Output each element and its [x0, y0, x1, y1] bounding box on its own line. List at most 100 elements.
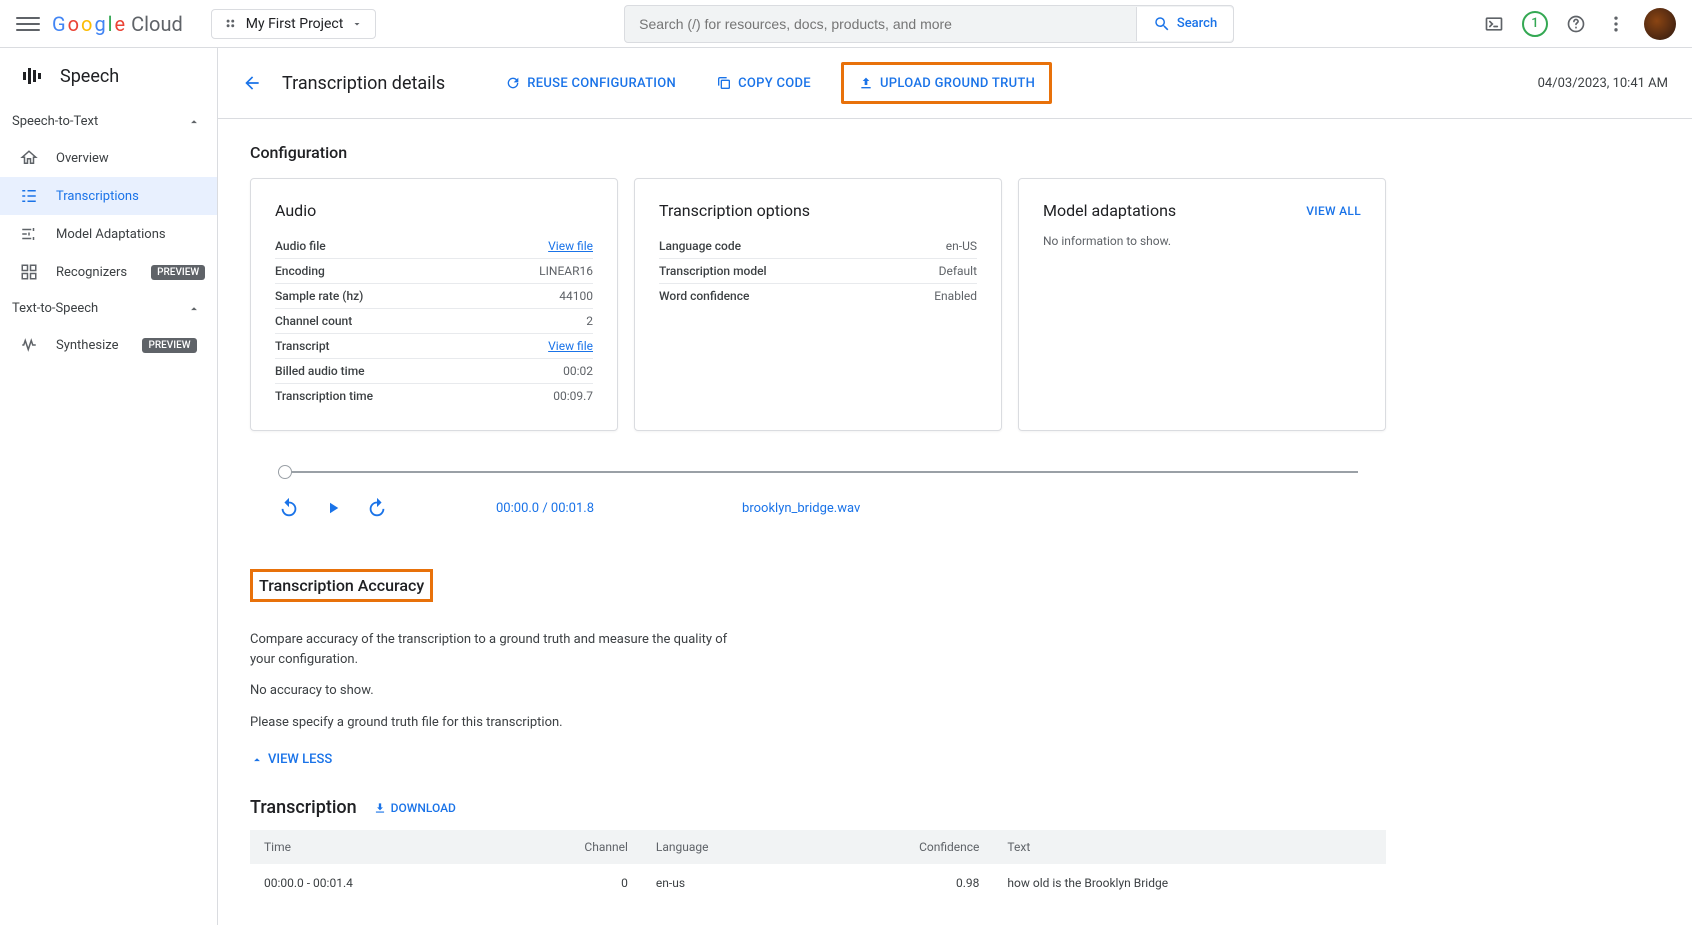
audio-player: 00:00.0 / 00:01.8 brooklyn_bridge.wav: [278, 471, 1358, 519]
table-cell: 0: [493, 864, 642, 902]
player-seek-slider[interactable]: [278, 471, 1358, 473]
upload-ground-truth-button[interactable]: UPLOAD GROUND TRUTH: [841, 62, 1052, 104]
upload-icon: [858, 75, 874, 91]
help-icon[interactable]: [1564, 12, 1588, 36]
kv-key: Encoding: [275, 264, 325, 278]
table-cell: how old is the Brooklyn Bridge: [993, 864, 1386, 902]
back-arrow-icon[interactable]: [242, 73, 262, 93]
forward-icon[interactable]: [366, 497, 388, 519]
cloud-shell-icon[interactable]: [1482, 12, 1506, 36]
kv-value: 44100: [559, 289, 593, 303]
accuracy-line1: No accuracy to show.: [250, 681, 750, 701]
audio-card-title: Audio: [275, 201, 316, 220]
sidebar-item-overview[interactable]: Overview: [0, 139, 217, 177]
kv-row: Transcript View file: [275, 334, 593, 359]
kv-row: Sample rate (hz) 44100: [275, 284, 593, 309]
kv-key: Sample rate (hz): [275, 289, 363, 303]
hamburger-menu-icon[interactable]: [16, 12, 40, 36]
wave-icon: [20, 336, 38, 354]
kv-key: Word confidence: [659, 289, 749, 303]
kv-value: 2: [586, 314, 593, 328]
search-button[interactable]: Search: [1136, 7, 1233, 41]
kv-link[interactable]: View file: [548, 339, 593, 353]
accuracy-line2: Please specify a ground truth file for t…: [250, 713, 750, 733]
preview-badge: PREVIEW: [142, 338, 196, 353]
player-time: 00:00.0 / 00:01.8: [496, 501, 594, 516]
page-title: Transcription details: [282, 73, 445, 94]
speech-icon: [20, 64, 44, 88]
kv-key: Transcription model: [659, 264, 767, 278]
google-cloud-logo[interactable]: Google Cloud: [52, 12, 183, 36]
column-header: Channel: [493, 830, 642, 864]
refresh-icon: [505, 75, 521, 91]
slider-thumb[interactable]: [278, 465, 292, 479]
play-icon[interactable]: [324, 499, 342, 517]
more-icon[interactable]: [1604, 12, 1628, 36]
transcription-section-title: Transcription: [250, 797, 357, 818]
project-name: My First Project: [246, 16, 344, 32]
rewind-icon[interactable]: [278, 497, 300, 519]
table-cell: en-us: [642, 864, 810, 902]
accuracy-description: Compare accuracy of the transcription to…: [250, 630, 750, 669]
kv-row: Word confidence Enabled: [659, 284, 977, 308]
adaptations-empty: No information to show.: [1043, 234, 1361, 248]
notification-badge[interactable]: 1: [1522, 11, 1548, 37]
kv-value: 00:09.7: [553, 389, 593, 403]
view-all-link[interactable]: VIEW ALL: [1306, 204, 1361, 218]
kv-row: Language codeen-US: [659, 234, 977, 259]
kv-key: Transcript: [275, 339, 330, 353]
kv-key: Transcription time: [275, 389, 373, 403]
table-cell: 00:00.0 - 00:01.4: [250, 864, 493, 902]
column-header: Time: [250, 830, 493, 864]
kv-row: Transcription time 00:09.7: [275, 384, 593, 408]
kv-value: Enabled: [934, 289, 977, 303]
kv-value: Default: [939, 264, 977, 278]
kv-link[interactable]: View file: [548, 239, 593, 253]
sidebar-item-model-adaptations[interactable]: Model Adaptations: [0, 215, 217, 253]
chevron-up-icon: [250, 753, 264, 767]
adaptations-card-title: Model adaptations: [1043, 201, 1176, 220]
download-icon: [373, 801, 387, 815]
chevron-down-icon: [351, 18, 363, 30]
top-header: Google Cloud My First Project Search 1: [0, 0, 1692, 48]
column-header: Confidence: [810, 830, 994, 864]
kv-value: LINEAR16: [539, 264, 593, 278]
sidebar-item-recognizers[interactable]: Recognizers PREVIEW: [0, 253, 217, 291]
sidebar-item-synthesize[interactable]: Synthesize PREVIEW: [0, 326, 217, 364]
sidebar-item-transcriptions[interactable]: Transcriptions: [0, 177, 217, 215]
section-text-to-speech[interactable]: Text-to-Speech: [0, 291, 217, 326]
kv-key: Channel count: [275, 314, 352, 328]
chevron-up-icon: [187, 302, 201, 316]
copy-code-button[interactable]: COPY CODE: [706, 69, 821, 97]
audio-card: Audio Audio fileView file Encoding LINEAR1…: [250, 178, 618, 431]
table-row: 00:00.0 - 00:01.40en-us0.98how old is th…: [250, 864, 1386, 902]
search-icon: [1153, 15, 1171, 33]
chevron-up-icon: [187, 115, 201, 129]
section-speech-to-text[interactable]: Speech-to-Text: [0, 104, 217, 139]
home-icon: [20, 149, 38, 167]
model-adaptations-card: Model adaptations VIEW ALL No informatio…: [1018, 178, 1386, 431]
search-box: Search: [624, 5, 1234, 43]
accuracy-title: Transcription Accuracy: [250, 569, 433, 602]
view-less-button[interactable]: VIEW LESS: [250, 752, 1386, 767]
transcription-table: TimeChannelLanguageConfidenceText 00:00.…: [250, 830, 1386, 902]
project-picker[interactable]: My First Project: [211, 9, 377, 39]
kv-value: 00:02: [563, 364, 593, 378]
kv-row: Channel count 2: [275, 309, 593, 334]
sidebar: Speech Speech-to-Text Overview Transcrip…: [0, 48, 218, 925]
configuration-title: Configuration: [250, 143, 1386, 162]
kv-value: en-US: [946, 239, 977, 253]
column-header: Text: [993, 830, 1386, 864]
search-input[interactable]: [625, 6, 1136, 42]
user-avatar[interactable]: [1644, 8, 1676, 40]
grid-icon: [20, 263, 38, 281]
sidebar-product-title: Speech: [0, 48, 217, 104]
kv-row: Audio fileView file: [275, 234, 593, 259]
project-dots-icon: [224, 17, 238, 31]
download-button[interactable]: DOWNLOAD: [373, 801, 456, 815]
reuse-configuration-button[interactable]: REUSE CONFIGURATION: [495, 69, 686, 97]
copy-icon: [716, 75, 732, 91]
preview-badge: PREVIEW: [151, 265, 205, 280]
options-card-title: Transcription options: [659, 201, 810, 220]
column-header: Language: [642, 830, 810, 864]
